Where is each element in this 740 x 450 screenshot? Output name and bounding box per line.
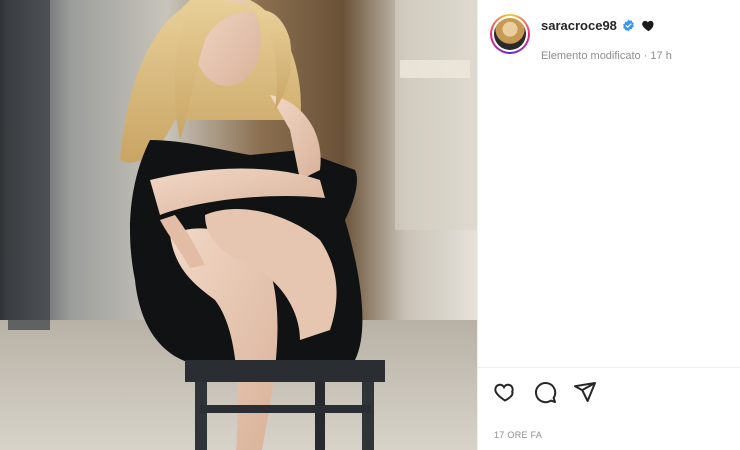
share-paper-plane-icon[interactable] bbox=[573, 380, 597, 404]
black-heart-icon bbox=[642, 20, 654, 31]
instagram-post: saracroce98 Elemento modificato · 17 h 1… bbox=[0, 0, 740, 450]
post-side-panel: saracroce98 Elemento modificato · 17 h 1… bbox=[477, 0, 740, 450]
post-photo-illustration bbox=[0, 0, 477, 450]
like-heart-icon[interactable] bbox=[493, 380, 517, 404]
edit-status: Elemento modificato · 17 h bbox=[541, 50, 672, 62]
divider bbox=[478, 367, 740, 368]
username[interactable]: saracroce98 bbox=[541, 18, 617, 33]
post-header: saracroce98 Elemento modificato · 17 h bbox=[490, 14, 728, 63]
story-ring[interactable] bbox=[490, 14, 530, 54]
post-photo[interactable] bbox=[0, 0, 477, 450]
action-bar bbox=[493, 380, 613, 404]
post-timestamp[interactable]: 17 ORE FA bbox=[494, 430, 542, 440]
avatar[interactable] bbox=[494, 18, 526, 50]
comment-icon[interactable] bbox=[533, 380, 557, 404]
verified-badge-icon bbox=[623, 19, 634, 31]
author-info: saracroce98 Elemento modificato · 17 h bbox=[541, 14, 672, 63]
